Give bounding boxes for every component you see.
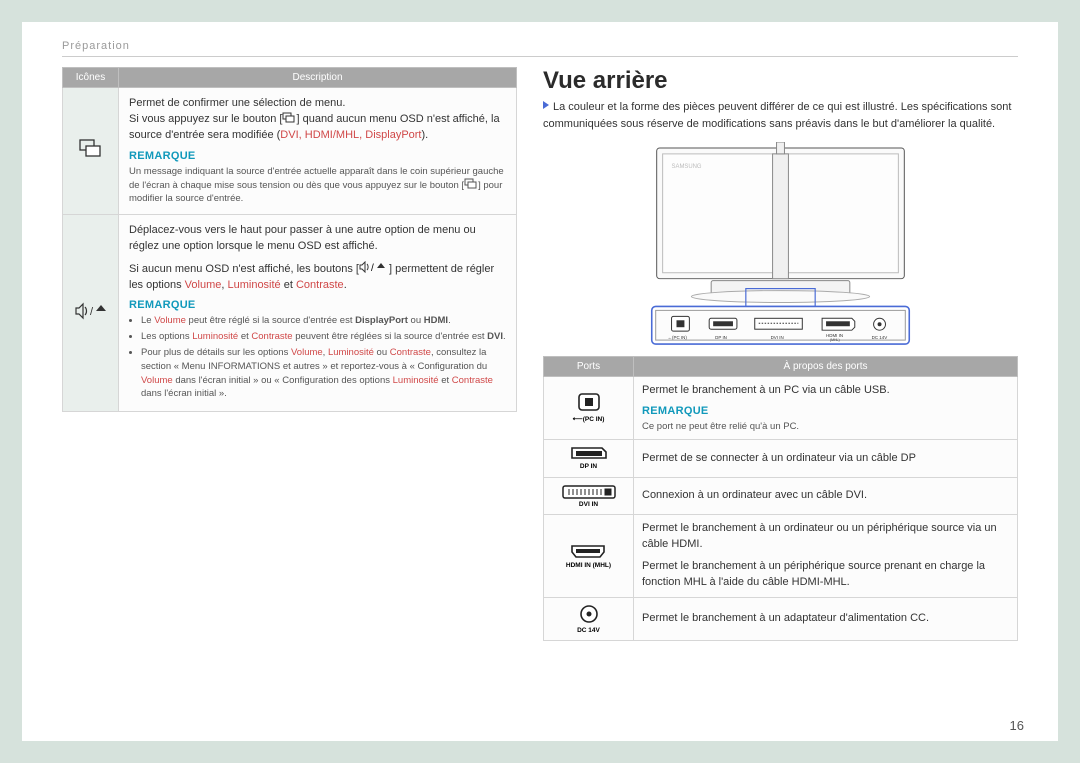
dvi-port-icon — [561, 484, 617, 500]
row2-p2: Si aucun menu OSD n'est affiché, les bou… — [129, 261, 506, 294]
intro-text: La couleur et la forme des pièces peuven… — [543, 99, 1018, 132]
row2-p1: Déplacez-vous vers le haut pour passer à… — [129, 223, 506, 255]
port-desc-dvi: Connexion à un ordinateur avec un câble … — [634, 477, 1018, 515]
row1-line2: Si vous appuyez sur le bouton [] quand a… — [129, 112, 506, 144]
ports-header-2: À propos des ports — [634, 357, 1018, 377]
section-title: Vue arrière — [543, 67, 1018, 95]
col-header-desc: Description — [119, 68, 517, 88]
remark-label-2: REMARQUE — [129, 299, 506, 311]
dc-port-icon — [577, 604, 601, 626]
svg-text:(MHL): (MHL) — [830, 338, 840, 342]
usb-port-icon — [575, 392, 603, 414]
svg-text:/: / — [90, 306, 94, 318]
remark-usb: REMARQUE — [642, 405, 1009, 417]
port-icon-dc: DC 14V — [544, 597, 634, 641]
breadcrumb: Préparation — [62, 40, 1018, 57]
svg-text:←(PC IN): ←(PC IN) — [668, 335, 688, 340]
row1-note: Un message indiquant la source d'entrée … — [129, 165, 506, 206]
row1-line1: Permet de confirmer une sélection de men… — [129, 96, 506, 112]
source-icon-inline — [282, 112, 296, 123]
dp-port-icon — [570, 446, 608, 462]
hdmi-port-icon — [568, 544, 608, 560]
svg-text:DP IN: DP IN — [715, 335, 727, 340]
port-icon-dp: DP IN — [544, 440, 634, 478]
port-desc-dc: Permet le branchement à un adaptateur d'… — [634, 597, 1018, 641]
source-icon — [78, 138, 104, 160]
svg-text:/: / — [371, 263, 374, 273]
monitor-rear-diagram: SAMSUNG ←(PC IN) DP IN DVI — [543, 142, 1018, 350]
svg-text:DVI IN: DVI IN — [771, 335, 784, 340]
page-number: 16 — [1010, 718, 1024, 733]
port-icon-usb: ⟵(PC IN) — [544, 377, 634, 440]
svg-text:SAMSUNG: SAMSUNG — [672, 164, 702, 170]
remark-label: REMARQUE — [129, 150, 506, 162]
bullet-1: Le Volume peut être réglé si la source d… — [141, 314, 506, 328]
right-column: Vue arrière La couleur et la forme des p… — [543, 67, 1018, 641]
desc-volume-cell: Déplacez-vous vers le haut pour passer à… — [119, 214, 517, 411]
left-column: Icônes Description Permet de confirmer u… — [62, 67, 517, 641]
ports-header-1: Ports — [544, 357, 634, 377]
port-desc-dp: Permet de se connecter à un ordinateur v… — [634, 440, 1018, 478]
bullet-2: Les options Luminosité et Contraste peuv… — [141, 330, 506, 344]
source-icon-inline-2 — [464, 178, 478, 189]
row2-bullets: Le Volume peut être réglé si la source d… — [129, 314, 506, 401]
port-icon-hdmi: HDMI IN (MHL) — [544, 515, 634, 598]
port-desc-hdmi: Permet le branchement à un ordinateur ou… — [634, 515, 1018, 598]
volume-up-icon: / — [74, 302, 108, 320]
bullet-3: Pour plus de détails sur les options Vol… — [141, 346, 506, 401]
bullet-triangle-icon — [543, 101, 549, 109]
col-header-icons: Icônes — [63, 68, 119, 88]
ports-table: Ports À propos des ports ⟵(PC IN) Permet… — [543, 356, 1018, 641]
icon-volume-up-cell: / — [63, 214, 119, 411]
two-column-layout: Icônes Description Permet de confirmer u… — [62, 67, 1018, 641]
port-desc-usb: Permet le branchement à un PC via un câb… — [634, 377, 1018, 440]
manual-page: Préparation Icônes Description — [0, 0, 1080, 763]
svg-text:DC 14V: DC 14V — [872, 335, 888, 340]
volume-up-icon-inline: / — [359, 261, 389, 273]
port-icon-dvi: DVI IN — [544, 477, 634, 515]
icon-source-cell — [63, 88, 119, 215]
icons-table: Icônes Description Permet de confirmer u… — [62, 67, 517, 412]
desc-source-cell: Permet de confirmer une sélection de men… — [119, 88, 517, 215]
